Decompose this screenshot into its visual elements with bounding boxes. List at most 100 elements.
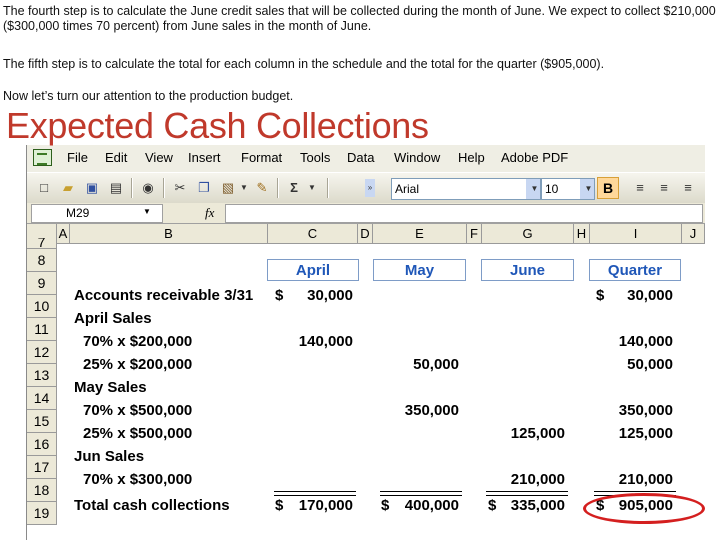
value-june: 125,000 (510, 425, 565, 442)
row-header[interactable]: 8 (27, 249, 57, 272)
chevron-down-icon[interactable]: ▼ (580, 179, 594, 199)
font-name-value: Arial (395, 182, 420, 196)
explanation-paragraph-2: The fifth step is to calculate the total… (3, 57, 605, 71)
fx-label[interactable]: fx (205, 205, 214, 221)
value-quarter: 350,000 (618, 402, 673, 419)
autosum-button[interactable]: Σ (285, 179, 303, 197)
row-label-april-70: 70% x $200,000 (83, 333, 193, 350)
menu-insert[interactable]: Insert (188, 150, 221, 165)
row-header[interactable]: 18 (27, 479, 57, 502)
row-label-jun-70: 70% x $300,000 (83, 471, 193, 488)
row-label-may-25: 25% x $500,000 (83, 425, 193, 442)
value-quarter: 140,000 (618, 333, 673, 350)
column-header-c[interactable]: C (268, 224, 358, 243)
row-header[interactable]: 19 (27, 502, 57, 525)
column-header-a[interactable]: A (57, 224, 70, 243)
value-june: 210,000 (510, 471, 565, 488)
column-header-row: A B C D E F G H I J (27, 224, 705, 244)
new-document-icon[interactable]: □ (35, 179, 53, 197)
explanation-paragraph-1: The fourth step is to calculate the June… (3, 4, 716, 33)
menu-adobe-pdf[interactable]: Adobe PDF (501, 150, 568, 165)
value-quarter: 30,000 (627, 287, 673, 304)
row-header[interactable]: 15 (27, 410, 57, 433)
row-header[interactable]: 10 (27, 295, 57, 318)
row-label-accounts-receivable: Accounts receivable 3/31 (74, 287, 254, 304)
column-header-h[interactable]: H (574, 224, 590, 243)
align-center-icon[interactable]: ≡ (655, 179, 673, 197)
menu-tools[interactable]: Tools (300, 150, 330, 165)
row-label-may-sales: May Sales (74, 379, 147, 396)
total-april: 170,000 (298, 497, 353, 514)
toolbar-separator (131, 178, 133, 198)
column-header-i[interactable]: I (590, 224, 682, 243)
row-label-april-25: 25% x $200,000 (83, 356, 193, 373)
column-header-f[interactable]: F (467, 224, 482, 243)
column-header-j[interactable]: J (682, 224, 705, 243)
value-may: 50,000 (413, 356, 459, 373)
column-header-e[interactable]: E (373, 224, 467, 243)
value-quarter: 210,000 (618, 471, 673, 488)
standard-toolbar: □ ▰ ▣ ▤ ◉ ✂ ❐ ▧ ▼ ✎ Σ ▼ » Arial ▼ 10 ▼ B… (27, 172, 705, 204)
value-quarter: 50,000 (627, 356, 673, 373)
menu-file[interactable]: File (67, 150, 88, 165)
open-folder-icon[interactable]: ▰ (59, 179, 77, 197)
value-may: 350,000 (404, 402, 459, 419)
font-name-select[interactable]: Arial ▼ (391, 178, 541, 200)
chevron-down-icon[interactable]: ▼ (143, 207, 151, 216)
chevron-down-icon[interactable]: ▼ (526, 179, 540, 199)
column-header-d[interactable]: D (358, 224, 373, 243)
quarter-total-highlight-circle (583, 493, 705, 524)
align-right-icon[interactable]: ≡ (679, 179, 697, 197)
value-april: 30,000 (307, 287, 353, 304)
camera-icon[interactable]: ◉ (139, 179, 157, 197)
formula-input[interactable] (225, 204, 703, 223)
save-icon[interactable]: ▣ (83, 179, 101, 197)
column-header-g[interactable]: G (482, 224, 574, 243)
autosum-dropdown-icon[interactable]: ▼ (303, 179, 321, 197)
row-header[interactable]: 14 (27, 387, 57, 410)
quarter-header: Quarter (589, 259, 681, 281)
excel-window: File Edit View Insert Format Tools Data … (26, 145, 705, 540)
menu-bar: File Edit View Insert Format Tools Data … (27, 145, 705, 172)
menu-format[interactable]: Format (241, 150, 282, 165)
align-left-icon[interactable]: ≡ (631, 179, 649, 197)
bold-button[interactable]: B (597, 177, 619, 199)
row-header[interactable]: 9 (27, 272, 57, 295)
copy-icon[interactable]: ❐ (195, 179, 213, 197)
menu-data[interactable]: Data (347, 150, 374, 165)
format-painter-icon[interactable]: ✎ (253, 179, 271, 197)
sheet-grid[interactable]: 7 8 9 10 11 12 13 14 15 16 17 18 19 Apri… (27, 238, 705, 540)
toolbar-separator (163, 178, 165, 198)
paste-dropdown-icon[interactable]: ▼ (235, 179, 253, 197)
font-size-select[interactable]: 10 ▼ (541, 178, 595, 200)
column-header-b[interactable]: B (70, 224, 268, 243)
slide-title: Expected Cash Collections (6, 105, 429, 146)
font-size-value: 10 (545, 182, 559, 196)
row-header[interactable]: 12 (27, 341, 57, 364)
print-icon[interactable]: ▤ (107, 179, 125, 197)
row-header[interactable]: 17 (27, 456, 57, 479)
workbook-icon[interactable] (33, 149, 52, 166)
row-label-april-sales: April Sales (74, 310, 152, 327)
menu-view[interactable]: View (145, 150, 173, 165)
row-header[interactable]: 13 (27, 364, 57, 387)
row-label-may-70: 70% x $500,000 (83, 402, 193, 419)
menu-edit[interactable]: Edit (105, 150, 127, 165)
row-label-total-cash-collections: Total cash collections (74, 497, 230, 514)
value-quarter: 125,000 (618, 425, 673, 442)
may-header: May (373, 259, 466, 281)
row-header[interactable]: 11 (27, 318, 57, 341)
cut-icon[interactable]: ✂ (171, 179, 189, 197)
formula-bar: M29 ▼ fx (27, 203, 705, 224)
menu-window[interactable]: Window (394, 150, 440, 165)
total-may: 400,000 (404, 497, 459, 514)
row-label-jun-sales: Jun Sales (74, 448, 145, 465)
menu-help[interactable]: Help (458, 150, 485, 165)
total-june: 335,000 (510, 497, 565, 514)
row-header[interactable]: 16 (27, 433, 57, 456)
explanation-paragraph-3: Now let’s turn our attention to the prod… (3, 89, 294, 103)
toolbar-options-icon[interactable]: » (365, 179, 375, 197)
april-header: April (267, 259, 359, 281)
row-header[interactable]: 7 (27, 238, 57, 249)
toolbar-separator (277, 178, 279, 198)
